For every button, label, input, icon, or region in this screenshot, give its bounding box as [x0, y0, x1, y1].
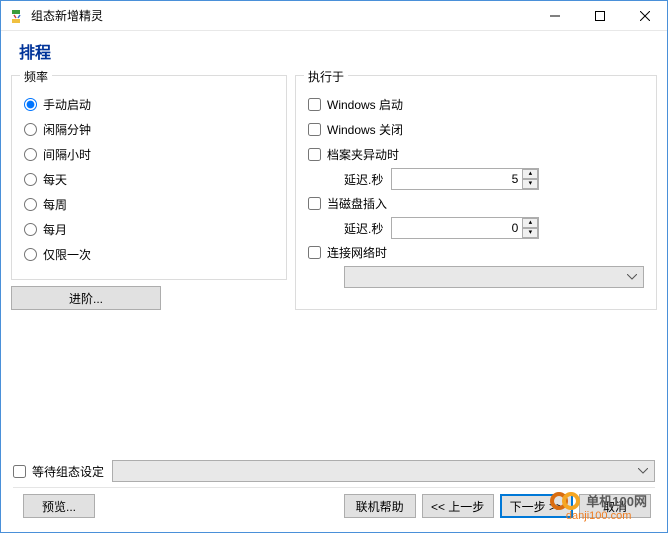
freq-label: 闲隔分钟	[43, 121, 91, 138]
app-icon	[9, 8, 25, 24]
freq-monthly[interactable]: 每月	[24, 217, 274, 241]
freq-idle-minutes[interactable]: 闲隔分钟	[24, 117, 274, 141]
frequency-group: 频率 手动启动 闲隔分钟 间隔小时 每天 每周 每月 仅限一次	[11, 75, 287, 280]
exec-label: Windows 启动	[327, 96, 403, 113]
freq-label: 每天	[43, 171, 67, 188]
preview-button[interactable]: 预览...	[23, 494, 95, 518]
window-controls	[532, 1, 667, 30]
wait-config-combo[interactable]	[112, 460, 655, 482]
freq-daily[interactable]: 每天	[24, 167, 274, 191]
freq-once-radio[interactable]	[24, 248, 37, 261]
exec-folder-change-check[interactable]	[308, 148, 321, 161]
spin-up-icon[interactable]: ▴	[522, 218, 538, 228]
exec-windows-shutdown-check[interactable]	[308, 123, 321, 136]
delay-folder-row: 延迟.秒 ▴▾	[308, 167, 644, 191]
freq-label: 仅限一次	[43, 246, 91, 263]
freq-idle-minutes-radio[interactable]	[24, 123, 37, 136]
delay-disk-row: 延迟.秒 ▴▾	[308, 216, 644, 240]
freq-label: 每月	[43, 221, 67, 238]
frequency-group-label: 频率	[20, 68, 52, 85]
delay-folder-spinner[interactable]: ▴▾	[391, 168, 539, 190]
next-button[interactable]: 下一步 >>	[500, 494, 573, 518]
freq-monthly-radio[interactable]	[24, 223, 37, 236]
maximize-button[interactable]	[577, 1, 622, 30]
exec-disk-insert[interactable]: 当磁盘插入	[308, 191, 644, 215]
wait-config-check-label[interactable]: 等待组态设定	[13, 463, 104, 480]
advanced-button[interactable]: 进阶...	[11, 286, 161, 310]
exec-windows-shutdown[interactable]: Windows 关闭	[308, 117, 644, 141]
network-combo-row	[308, 265, 644, 289]
freq-weekly[interactable]: 每周	[24, 192, 274, 216]
freq-daily-radio[interactable]	[24, 173, 37, 186]
exec-disk-insert-check[interactable]	[308, 197, 321, 210]
window-title: 组态新增精灵	[31, 7, 532, 24]
exec-label: Windows 关闭	[327, 121, 403, 138]
exec-label: 当磁盘插入	[327, 195, 387, 212]
network-combo[interactable]	[344, 266, 644, 288]
footer: 预览... 联机帮助 << 上一步 下一步 >> 取消	[1, 490, 667, 522]
spin-down-icon[interactable]: ▾	[522, 179, 538, 189]
spin-up-icon[interactable]: ▴	[522, 169, 538, 179]
delay-disk-spinner[interactable]: ▴▾	[391, 217, 539, 239]
freq-manual[interactable]: 手动启动	[24, 92, 274, 116]
freq-label: 手动启动	[43, 96, 91, 113]
footer-separator	[13, 487, 655, 488]
wait-config-row: 等待组态设定	[13, 460, 655, 482]
freq-manual-radio[interactable]	[24, 98, 37, 111]
exec-windows-start-check[interactable]	[308, 98, 321, 111]
freq-label: 每周	[43, 196, 67, 213]
execute-on-group: 执行于 Windows 启动 Windows 关闭 档案夹异动时 延迟.秒 ▴▾…	[295, 75, 657, 310]
exec-label: 档案夹异动时	[327, 146, 399, 163]
previous-button[interactable]: << 上一步	[422, 494, 494, 518]
online-help-button[interactable]: 联机帮助	[344, 494, 416, 518]
minimize-button[interactable]	[532, 1, 577, 30]
execute-on-group-label: 执行于	[304, 68, 348, 85]
exec-windows-start[interactable]: Windows 启动	[308, 92, 644, 116]
delay-disk-label: 延迟.秒	[344, 220, 383, 237]
freq-label: 间隔小时	[43, 146, 91, 163]
freq-interval-hours-radio[interactable]	[24, 148, 37, 161]
spin-down-icon[interactable]: ▾	[522, 228, 538, 238]
delay-folder-input[interactable]	[392, 169, 522, 189]
delay-disk-input[interactable]	[392, 218, 522, 238]
freq-weekly-radio[interactable]	[24, 198, 37, 211]
exec-folder-change[interactable]: 档案夹异动时	[308, 142, 644, 166]
wait-config-check[interactable]	[13, 465, 26, 478]
freq-once[interactable]: 仅限一次	[24, 242, 274, 266]
exec-label: 连接网络时	[327, 244, 387, 261]
exec-network-connect[interactable]: 连接网络时	[308, 240, 644, 264]
freq-interval-hours[interactable]: 间隔小时	[24, 142, 274, 166]
close-button[interactable]	[622, 1, 667, 30]
title-bar: 组态新增精灵	[1, 1, 667, 31]
delay-folder-label: 延迟.秒	[344, 171, 383, 188]
cancel-button[interactable]: 取消	[579, 494, 651, 518]
wait-config-label: 等待组态设定	[32, 463, 104, 480]
exec-network-connect-check[interactable]	[308, 246, 321, 259]
content-area: 频率 手动启动 闲隔分钟 间隔小时 每天 每周 每月 仅限一次 进阶... 执行…	[1, 75, 667, 310]
